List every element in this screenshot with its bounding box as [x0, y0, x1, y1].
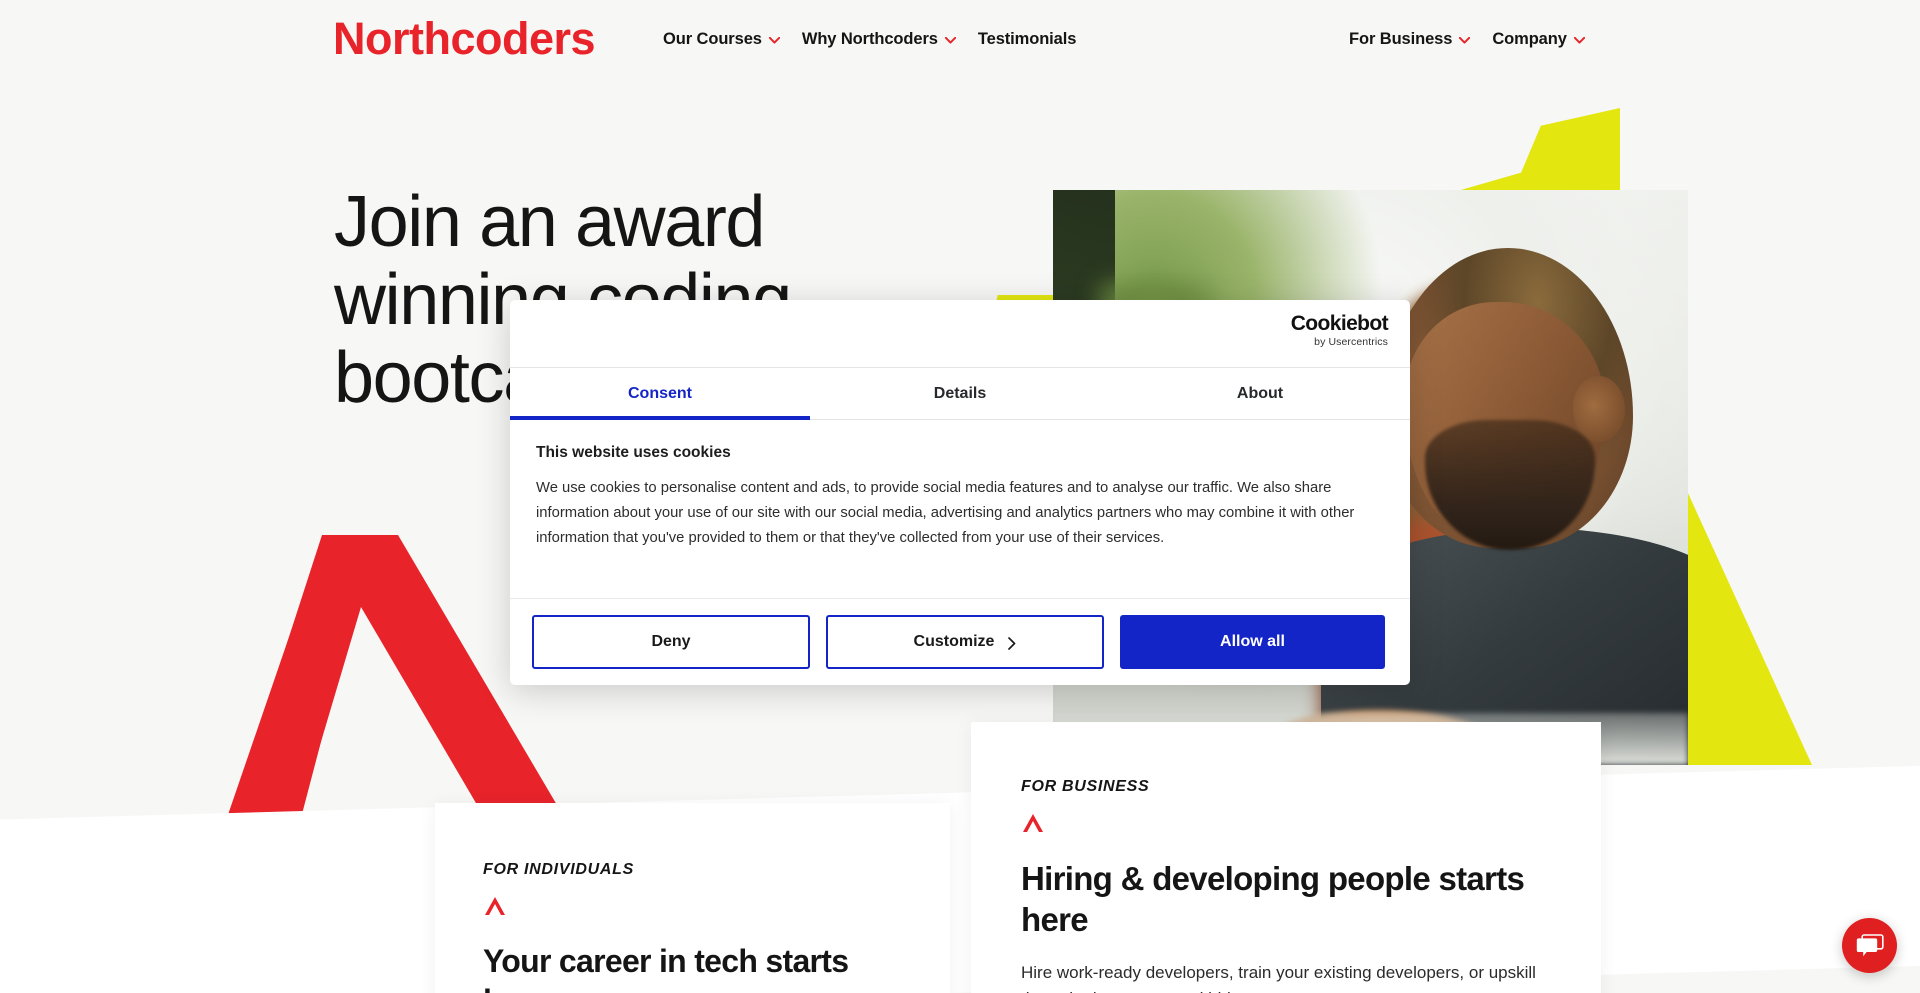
chevron-down-icon: [944, 37, 956, 44]
deny-button[interactable]: Deny: [532, 615, 810, 669]
cookie-dialog-body: This website uses cookies We use cookies…: [510, 420, 1410, 599]
nav-item-label: For Business: [1349, 30, 1453, 48]
cookie-consent-dialog: Cookiebot by Usercentrics Consent Detail…: [510, 300, 1410, 685]
tab-about[interactable]: About: [1110, 368, 1410, 419]
nav-item-label: Company: [1492, 30, 1567, 48]
yellow-triangle-shape: [1682, 480, 1812, 765]
chevron-down-icon: [1573, 37, 1585, 44]
customize-button-label: Customize: [913, 633, 995, 650]
cookie-dialog-title: This website uses cookies: [536, 444, 731, 461]
cookie-dialog-actions: Deny Customize Allow all: [510, 599, 1410, 685]
nav-item-testimonials[interactable]: Testimonials: [977, 30, 1077, 49]
chat-widget-button[interactable]: [1842, 918, 1897, 973]
card-for-business[interactable]: FOR BUSINESS Hiring & developing people …: [971, 722, 1601, 993]
cookie-dialog-tabs: Consent Details About: [510, 368, 1410, 420]
chevron-down-icon: [768, 37, 780, 44]
cookiebot-logo-subtitle: by Usercentrics: [1314, 336, 1388, 348]
primary-navigation-right: For Business Company: [1349, 30, 1585, 49]
page-root: Northcoders Our Courses Why Northcoders …: [0, 0, 1920, 993]
card-for-individuals[interactable]: FOR INDIVIDUALS Your career in tech star…: [435, 803, 950, 993]
chevron-right-icon: [1008, 636, 1016, 650]
card-title: Your career in tech starts here: [483, 943, 849, 993]
northcoders-chevron-icon: [1021, 812, 1045, 834]
nav-item-our-courses[interactable]: Our Courses: [663, 30, 780, 49]
nav-item-label: Our Courses: [663, 30, 762, 48]
tab-consent[interactable]: Consent: [510, 368, 810, 420]
tab-details[interactable]: Details: [810, 368, 1110, 419]
nav-item-for-business[interactable]: For Business: [1349, 30, 1471, 49]
allow-all-button[interactable]: Allow all: [1120, 615, 1385, 669]
cookiebot-logo: Cookiebot by Usercentrics: [1290, 312, 1389, 348]
brand-logo[interactable]: Northcoders: [333, 16, 596, 61]
nav-item-why-northcoders[interactable]: Why Northcoders: [802, 30, 956, 49]
card-title: Hiring & developing people starts here: [1021, 860, 1525, 938]
cookie-dialog-description: We use cookies to personalise content an…: [536, 480, 1355, 546]
nav-item-company[interactable]: Company: [1492, 30, 1585, 49]
customize-button[interactable]: Customize: [826, 615, 1104, 669]
card-eyebrow: FOR INDIVIDUALS: [483, 861, 634, 878]
chat-bubble-icon: [1856, 933, 1884, 959]
cookie-dialog-header: Cookiebot by Usercentrics: [510, 300, 1410, 368]
site-header: Northcoders Our Courses Why Northcoders …: [0, 0, 1920, 86]
nav-item-label: Testimonials: [977, 30, 1077, 48]
primary-navigation-left: Our Courses Why Northcoders Testimonials: [663, 30, 1076, 49]
cookiebot-logo-name: Cookiebot: [1290, 312, 1389, 335]
nav-item-label: Why Northcoders: [801, 30, 938, 48]
chevron-down-icon: [1459, 37, 1471, 44]
northcoders-chevron-icon: [483, 895, 507, 917]
card-body: Hire work-ready developers, train your e…: [1021, 963, 1536, 993]
card-eyebrow: FOR BUSINESS: [1021, 778, 1150, 795]
hero-photo-person-ear: [1573, 376, 1625, 442]
